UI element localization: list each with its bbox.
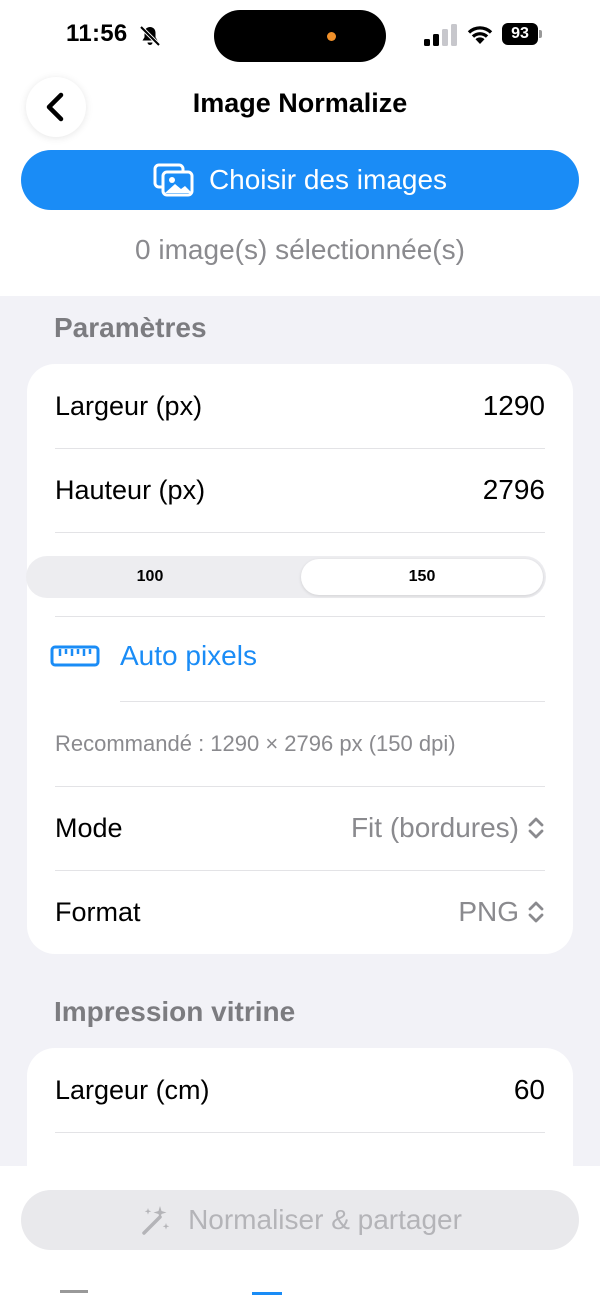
mode-value: Fit (bordures) [350,812,519,843]
tab-bar-icon-active[interactable] [252,1292,282,1299]
height-px-label: Hauteur (px) [55,474,206,505]
width-cm-value[interactable]: 60 [514,1074,545,1106]
height-px-value[interactable]: 2796 [483,474,545,506]
mode-picker[interactable]: Fit (bordures) [351,812,545,844]
width-cm-row[interactable]: Largeur (cm) 60 [27,1048,573,1132]
section-header-parametres: Paramètres [54,312,207,343]
format-value: PNG [458,896,519,927]
selected-count: 0 image(s) sélectionnée(s) [135,234,465,265]
choose-images-button[interactable]: Choisir des images [21,150,579,210]
mode-row[interactable]: Mode Fit (bordures) [27,786,573,870]
tab-bar-icon[interactable] [60,1290,88,1299]
status-time: 11:56 [66,20,128,47]
chevron-up-down-icon [528,817,544,839]
bell-slash-icon [139,25,161,47]
chevron-up-down-icon [528,901,544,923]
format-picker[interactable]: PNG [458,896,545,928]
battery-tip [539,30,542,38]
recommended-size-text: Recommandé : 1290 × 2796 px (150 dpi) [55,731,456,756]
wifi-icon [467,26,493,44]
ruler-icon [50,645,100,667]
format-row[interactable]: Format PNG [27,870,573,954]
magic-wand-icon [142,1206,170,1235]
divider [55,616,545,617]
choose-images-label: Choisir des images [208,164,448,195]
width-px-value[interactable]: 1290 [483,390,545,422]
auto-pixels-button[interactable]: Auto pixels [50,640,257,672]
dpi-segmented-control[interactable]: 100 150 [26,556,546,598]
dynamic-island [214,10,386,62]
battery-indicator: 93 [502,23,538,45]
width-px-row[interactable]: Largeur (px) 1290 [27,364,573,448]
page-title: Image Normalize [192,88,408,118]
privacy-indicator [327,32,336,41]
divider [55,1132,545,1133]
photos-icon [153,163,194,197]
width-cm-label: Largeur (cm) [55,1074,210,1105]
format-label: Format [55,896,141,927]
height-px-row[interactable]: Hauteur (px) 2796 [27,448,573,532]
normalize-share-label: Normaliser & partager [188,1204,462,1235]
width-px-label: Largeur (px) [55,390,203,421]
dpi-option-100[interactable]: 100 [29,559,271,595]
status-bar: 11:56 93 [0,0,600,72]
divider [120,701,545,702]
mode-label: Mode [55,812,123,843]
divider [55,532,545,533]
auto-pixels-label: Auto pixels [120,640,257,671]
cellular-signal-icon [424,24,457,46]
section-header-impression: Impression vitrine [54,996,296,1027]
normalize-share-button[interactable]: Normaliser & partager [21,1190,579,1250]
dpi-option-150[interactable]: 150 [301,559,543,595]
